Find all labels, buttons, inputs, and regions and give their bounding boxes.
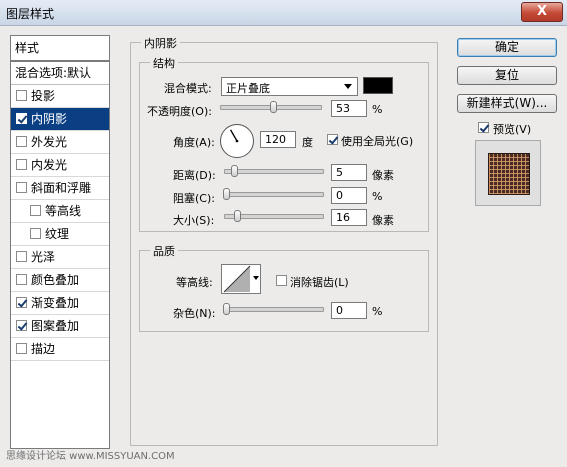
style-item-checkbox[interactable]	[16, 297, 27, 308]
style-item[interactable]: 纹理	[11, 223, 109, 246]
global-light-checkbox[interactable]	[327, 134, 338, 145]
style-item-label: 图案叠加	[31, 319, 80, 333]
style-item-checkbox[interactable]	[16, 320, 27, 331]
choke-slider-track[interactable]	[224, 192, 324, 197]
title-bar[interactable]: 图层样式 X	[0, 0, 567, 26]
reset-button[interactable]: 复位	[457, 66, 557, 85]
watermark: 思缘设计论坛 www.MISSYUAN.COM	[6, 451, 175, 462]
blend-mode-value: 正片叠底	[226, 82, 270, 95]
style-item-checkbox[interactable]	[16, 90, 27, 101]
angle-dial[interactable]	[220, 124, 254, 158]
style-item-label: 颜色叠加	[31, 273, 80, 287]
choke-slider-thumb[interactable]	[223, 188, 230, 200]
style-list: 样式 混合选项:默认 投影内阴影外发光内发光斜面和浮雕等高线纹理光泽颜色叠加渐变…	[10, 35, 110, 449]
angle-unit: 度	[302, 136, 313, 149]
style-item-label: 等高线	[45, 204, 82, 218]
style-item[interactable]: 斜面和浮雕	[11, 177, 109, 200]
style-item-label: 斜面和浮雕	[31, 181, 92, 195]
choke-input[interactable]: 0	[331, 187, 367, 204]
angle-label: 角度(A):	[173, 136, 215, 149]
size-label: 大小(S):	[173, 214, 215, 227]
style-item-checkbox[interactable]	[16, 113, 27, 124]
size-slider-thumb[interactable]	[234, 210, 242, 222]
style-item[interactable]: 等高线	[11, 200, 109, 223]
contour-picker[interactable]	[221, 264, 261, 294]
opacity-slider-thumb[interactable]	[270, 101, 277, 113]
contour-curve-icon	[223, 265, 251, 293]
structure-title: 结构	[150, 55, 178, 71]
style-item-label: 外发光	[31, 135, 68, 149]
style-item-label: 渐变叠加	[31, 296, 80, 310]
pattern-preview-swatch	[488, 153, 530, 195]
noise-input[interactable]: 0	[331, 302, 367, 319]
global-light-label[interactable]: 使用全局光(G)	[341, 133, 413, 149]
style-item[interactable]: 投影	[11, 85, 109, 108]
style-item-checkbox[interactable]	[16, 182, 27, 193]
distance-slider-track[interactable]	[224, 169, 324, 174]
close-button[interactable]: X	[521, 2, 563, 22]
style-list-header[interactable]: 样式	[11, 36, 109, 62]
style-item[interactable]: 渐变叠加	[11, 292, 109, 315]
ok-button[interactable]: 确定	[457, 38, 557, 57]
style-item[interactable]: 颜色叠加	[11, 269, 109, 292]
style-item-label: 投影	[31, 89, 56, 103]
opacity-label: 不透明度(O):	[147, 105, 212, 118]
style-item[interactable]: 内阴影	[11, 108, 109, 131]
style-item-checkbox[interactable]	[16, 274, 27, 285]
opacity-unit: %	[372, 103, 383, 116]
choke-label: 阻塞(C):	[173, 192, 215, 205]
new-style-button[interactable]: 新建样式(W)...	[457, 94, 557, 113]
style-item-label: 内阴影	[31, 112, 68, 126]
style-item-checkbox[interactable]	[30, 228, 41, 239]
style-item-checkbox[interactable]	[30, 205, 41, 216]
preview-checkbox[interactable]	[478, 122, 489, 133]
noise-slider-track[interactable]	[224, 307, 324, 312]
style-item[interactable]: 图案叠加	[11, 315, 109, 338]
distance-input[interactable]: 5	[331, 164, 367, 181]
style-item-label: 描边	[31, 342, 56, 356]
style-item-checkbox[interactable]	[16, 136, 27, 147]
style-item[interactable]: 描边	[11, 338, 109, 361]
distance-slider-thumb[interactable]	[230, 165, 238, 177]
chevron-down-icon[interactable]	[253, 276, 259, 280]
noise-unit: %	[372, 305, 383, 318]
distance-unit: 像素	[372, 169, 394, 182]
blend-options-item[interactable]: 混合选项:默认	[11, 62, 109, 85]
style-item-checkbox[interactable]	[16, 159, 27, 170]
style-item-label: 纹理	[45, 227, 70, 241]
noise-slider-thumb[interactable]	[223, 303, 230, 315]
blend-mode-label: 混合模式:	[164, 82, 212, 95]
preview-label[interactable]: 预览(V)	[493, 121, 531, 137]
style-item-checkbox[interactable]	[16, 251, 27, 262]
angle-input[interactable]: 120	[260, 131, 296, 148]
inner-shadow-title: 内阴影	[141, 35, 180, 51]
antialias-checkbox[interactable]	[276, 275, 287, 286]
antialias-label[interactable]: 消除锯齿(L)	[290, 274, 349, 290]
style-preview	[475, 140, 541, 206]
size-input[interactable]: 16	[331, 209, 367, 226]
style-item[interactable]: 内发光	[11, 154, 109, 177]
size-unit: 像素	[372, 214, 394, 227]
contour-label: 等高线:	[176, 276, 213, 289]
window-title: 图层样式	[6, 7, 55, 21]
noise-label: 杂色(N):	[173, 307, 216, 320]
style-item-label: 光泽	[31, 250, 56, 264]
quality-title: 品质	[150, 243, 178, 259]
distance-label: 距离(D):	[173, 169, 216, 182]
chevron-down-icon	[344, 84, 352, 89]
style-item-label: 内发光	[31, 158, 68, 172]
style-item-checkbox[interactable]	[16, 343, 27, 354]
opacity-input[interactable]: 53	[331, 100, 367, 117]
angle-needle-icon	[229, 129, 239, 143]
style-item[interactable]: 外发光	[11, 131, 109, 154]
choke-unit: %	[372, 190, 383, 203]
style-item[interactable]: 光泽	[11, 246, 109, 269]
blend-color-swatch[interactable]	[363, 77, 393, 94]
blend-mode-select[interactable]: 正片叠底	[221, 77, 358, 96]
